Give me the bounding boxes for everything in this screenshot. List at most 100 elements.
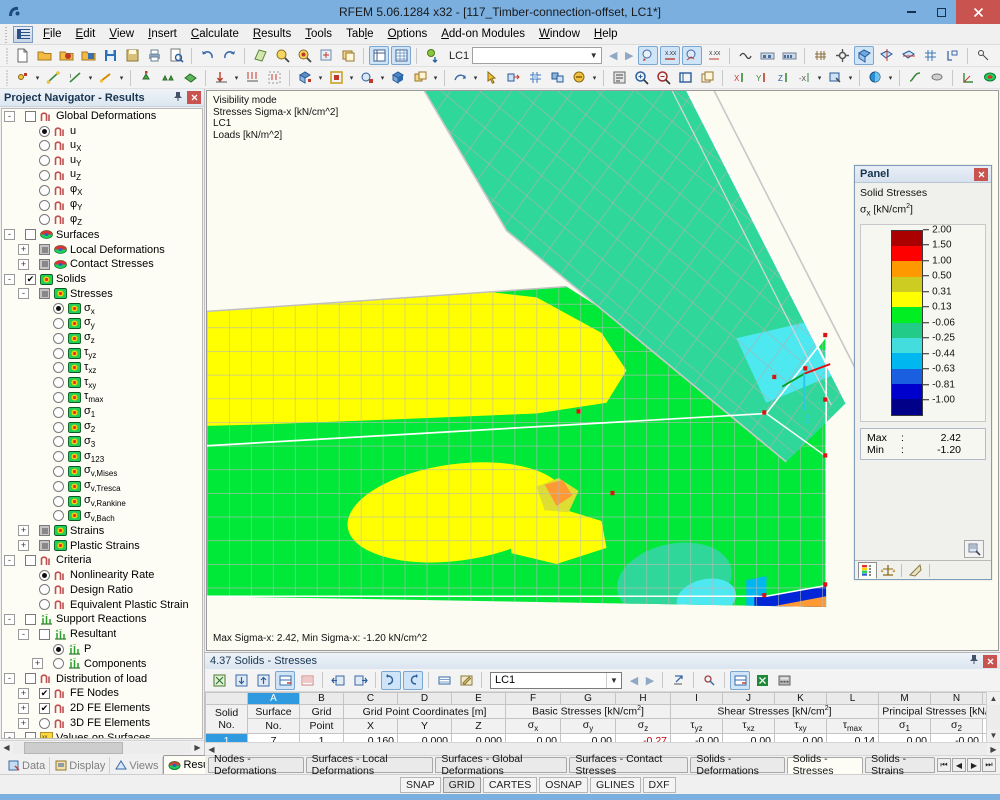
insert-block-icon[interactable]: [410, 68, 430, 87]
tree-node[interactable]: φY: [2, 198, 202, 213]
insert-member-dropdown[interactable]: ▾: [117, 74, 126, 82]
menu-item-tools[interactable]: Tools: [298, 26, 339, 42]
tree-node[interactable]: -✔Solids: [2, 272, 202, 287]
view-settings-icon[interactable]: [825, 68, 845, 87]
table-cell[interactable]: 0.00: [879, 734, 931, 742]
legend-swatch[interactable]: [892, 277, 922, 292]
table-tab[interactable]: Solids - Deformations: [690, 757, 784, 773]
tree-radio[interactable]: [53, 466, 64, 477]
tree-checkbox[interactable]: [25, 614, 36, 625]
table-cell[interactable]: 0.00: [506, 734, 561, 742]
results-deformation-icon[interactable]: [905, 68, 925, 87]
tree-node[interactable]: -Global Deformations: [2, 109, 202, 124]
scroll-up-icon[interactable]: ▲: [987, 692, 1000, 705]
load-case-combobox[interactable]: ▼: [472, 47, 602, 64]
chevron-down-icon[interactable]: ▼: [586, 48, 601, 63]
tree-expander[interactable]: -: [4, 111, 15, 122]
tree-radio[interactable]: [39, 126, 50, 137]
tree-node[interactable]: τmax: [2, 390, 202, 405]
status-button-cartes[interactable]: CARTES: [483, 777, 537, 793]
tree-checkbox[interactable]: [25, 229, 36, 240]
tree-checkbox[interactable]: ✔: [25, 274, 36, 285]
tree-node[interactable]: uY: [2, 153, 202, 168]
table-highlight-icon[interactable]: [297, 671, 317, 690]
menu-system-icon[interactable]: [13, 26, 33, 43]
tree-expander[interactable]: +: [18, 259, 29, 270]
legend-swatch[interactable]: [892, 353, 922, 368]
insert-member-icon[interactable]: [96, 68, 116, 87]
model-viewport-3d[interactable]: Z Visibility mode Stresses Sigma-x [kN/c…: [206, 90, 999, 651]
column-letter-L[interactable]: L: [827, 693, 879, 705]
tree-node[interactable]: P: [2, 642, 202, 657]
tree-checkbox[interactable]: [39, 629, 50, 640]
insert-nodal-load-icon[interactable]: [211, 68, 231, 87]
menu-item-window[interactable]: Window: [532, 26, 587, 42]
printout-report-icon[interactable]: [757, 46, 777, 65]
results-on-surfaces-icon[interactable]: [638, 46, 658, 65]
tree-radio[interactable]: [39, 718, 50, 729]
menu-item-view[interactable]: View: [102, 26, 141, 42]
work-plane-icon[interactable]: [942, 46, 962, 65]
tree-node[interactable]: σ3: [2, 435, 202, 450]
close-button[interactable]: [956, 0, 1000, 24]
legend-swatch[interactable]: [892, 307, 922, 322]
table-next-page-icon[interactable]: [350, 671, 370, 690]
column-letter-I[interactable]: I: [671, 693, 723, 705]
tree-checkbox[interactable]: [39, 525, 50, 536]
show-surfaces-icon[interactable]: [876, 46, 896, 65]
panel-tab-scales[interactable]: [878, 562, 897, 579]
pan-view-icon[interactable]: [697, 68, 717, 87]
print-icon[interactable]: [144, 46, 164, 65]
tree-node[interactable]: σx: [2, 301, 202, 316]
table-settings-icon[interactable]: [699, 671, 719, 690]
tree-node[interactable]: σv,Mises: [2, 464, 202, 479]
column-letter-N[interactable]: N: [931, 693, 983, 705]
grid-vertical-scrollbar[interactable]: ▲ ▼: [986, 692, 1000, 742]
tree-node[interactable]: -xxValues on Surfaces: [2, 730, 202, 738]
tree-radio[interactable]: [39, 185, 50, 196]
tree-node[interactable]: φZ: [2, 213, 202, 228]
tree-checkbox[interactable]: [39, 540, 50, 551]
tree-node[interactable]: +✔FE Nodes: [2, 686, 202, 701]
tree-checkbox[interactable]: ✔: [39, 703, 50, 714]
navigator-close-icon[interactable]: [187, 91, 201, 104]
results-diagram-icon[interactable]: [682, 46, 702, 65]
table-tab[interactable]: Nodes - Deformations: [208, 757, 304, 773]
tree-node[interactable]: σz: [2, 331, 202, 346]
tree-node[interactable]: +Strains: [2, 523, 202, 538]
open-file-icon[interactable]: [34, 46, 54, 65]
table-edit-icon[interactable]: [456, 671, 476, 690]
table-tab[interactable]: Solids - Stresses: [787, 757, 864, 774]
navigator-scroll-track[interactable]: [13, 742, 191, 754]
legend-swatch[interactable]: [892, 246, 922, 261]
scroll-down-icon[interactable]: ▼: [987, 729, 1000, 742]
zoom-in-icon[interactable]: [631, 68, 651, 87]
results-axes-icon[interactable]: [958, 68, 978, 87]
table-pin-icon[interactable]: [967, 654, 981, 668]
tree-expander[interactable]: +: [18, 244, 29, 255]
table-cell[interactable]: -0.27: [616, 734, 671, 742]
tree-node[interactable]: σv,Bach: [2, 509, 202, 524]
tree-node[interactable]: σ2: [2, 420, 202, 435]
tree-node[interactable]: uX: [2, 139, 202, 154]
insert-dimension-line-icon[interactable]: I: [65, 68, 85, 87]
tree-node[interactable]: σv,Rankine: [2, 494, 202, 509]
insert-opening-icon[interactable]: [326, 68, 346, 87]
grid-scroll-right-icon[interactable]: ▶: [987, 743, 1000, 755]
tree-checkbox[interactable]: [39, 259, 50, 270]
tree-node[interactable]: -Distribution of load: [2, 671, 202, 686]
chevron-down-icon[interactable]: ▼: [606, 673, 621, 688]
menu-item-options[interactable]: Options: [381, 26, 435, 42]
insert-line-support-icon[interactable]: [158, 68, 178, 87]
table-filter-icon[interactable]: [275, 671, 295, 690]
tree-node[interactable]: -Support Reactions: [2, 612, 202, 627]
table-prev-page-icon[interactable]: [328, 671, 348, 690]
table-cell[interactable]: 0.00: [561, 734, 616, 742]
table-export-icon[interactable]: [253, 671, 273, 690]
view-in-y-icon[interactable]: Y: [750, 68, 770, 87]
legend-swatch[interactable]: [892, 338, 922, 353]
tree-expander[interactable]: -: [4, 732, 15, 738]
insert-surface-support-icon[interactable]: [180, 68, 200, 87]
navigator-tab-display[interactable]: Display: [50, 757, 110, 774]
table-close-icon[interactable]: [983, 655, 997, 668]
